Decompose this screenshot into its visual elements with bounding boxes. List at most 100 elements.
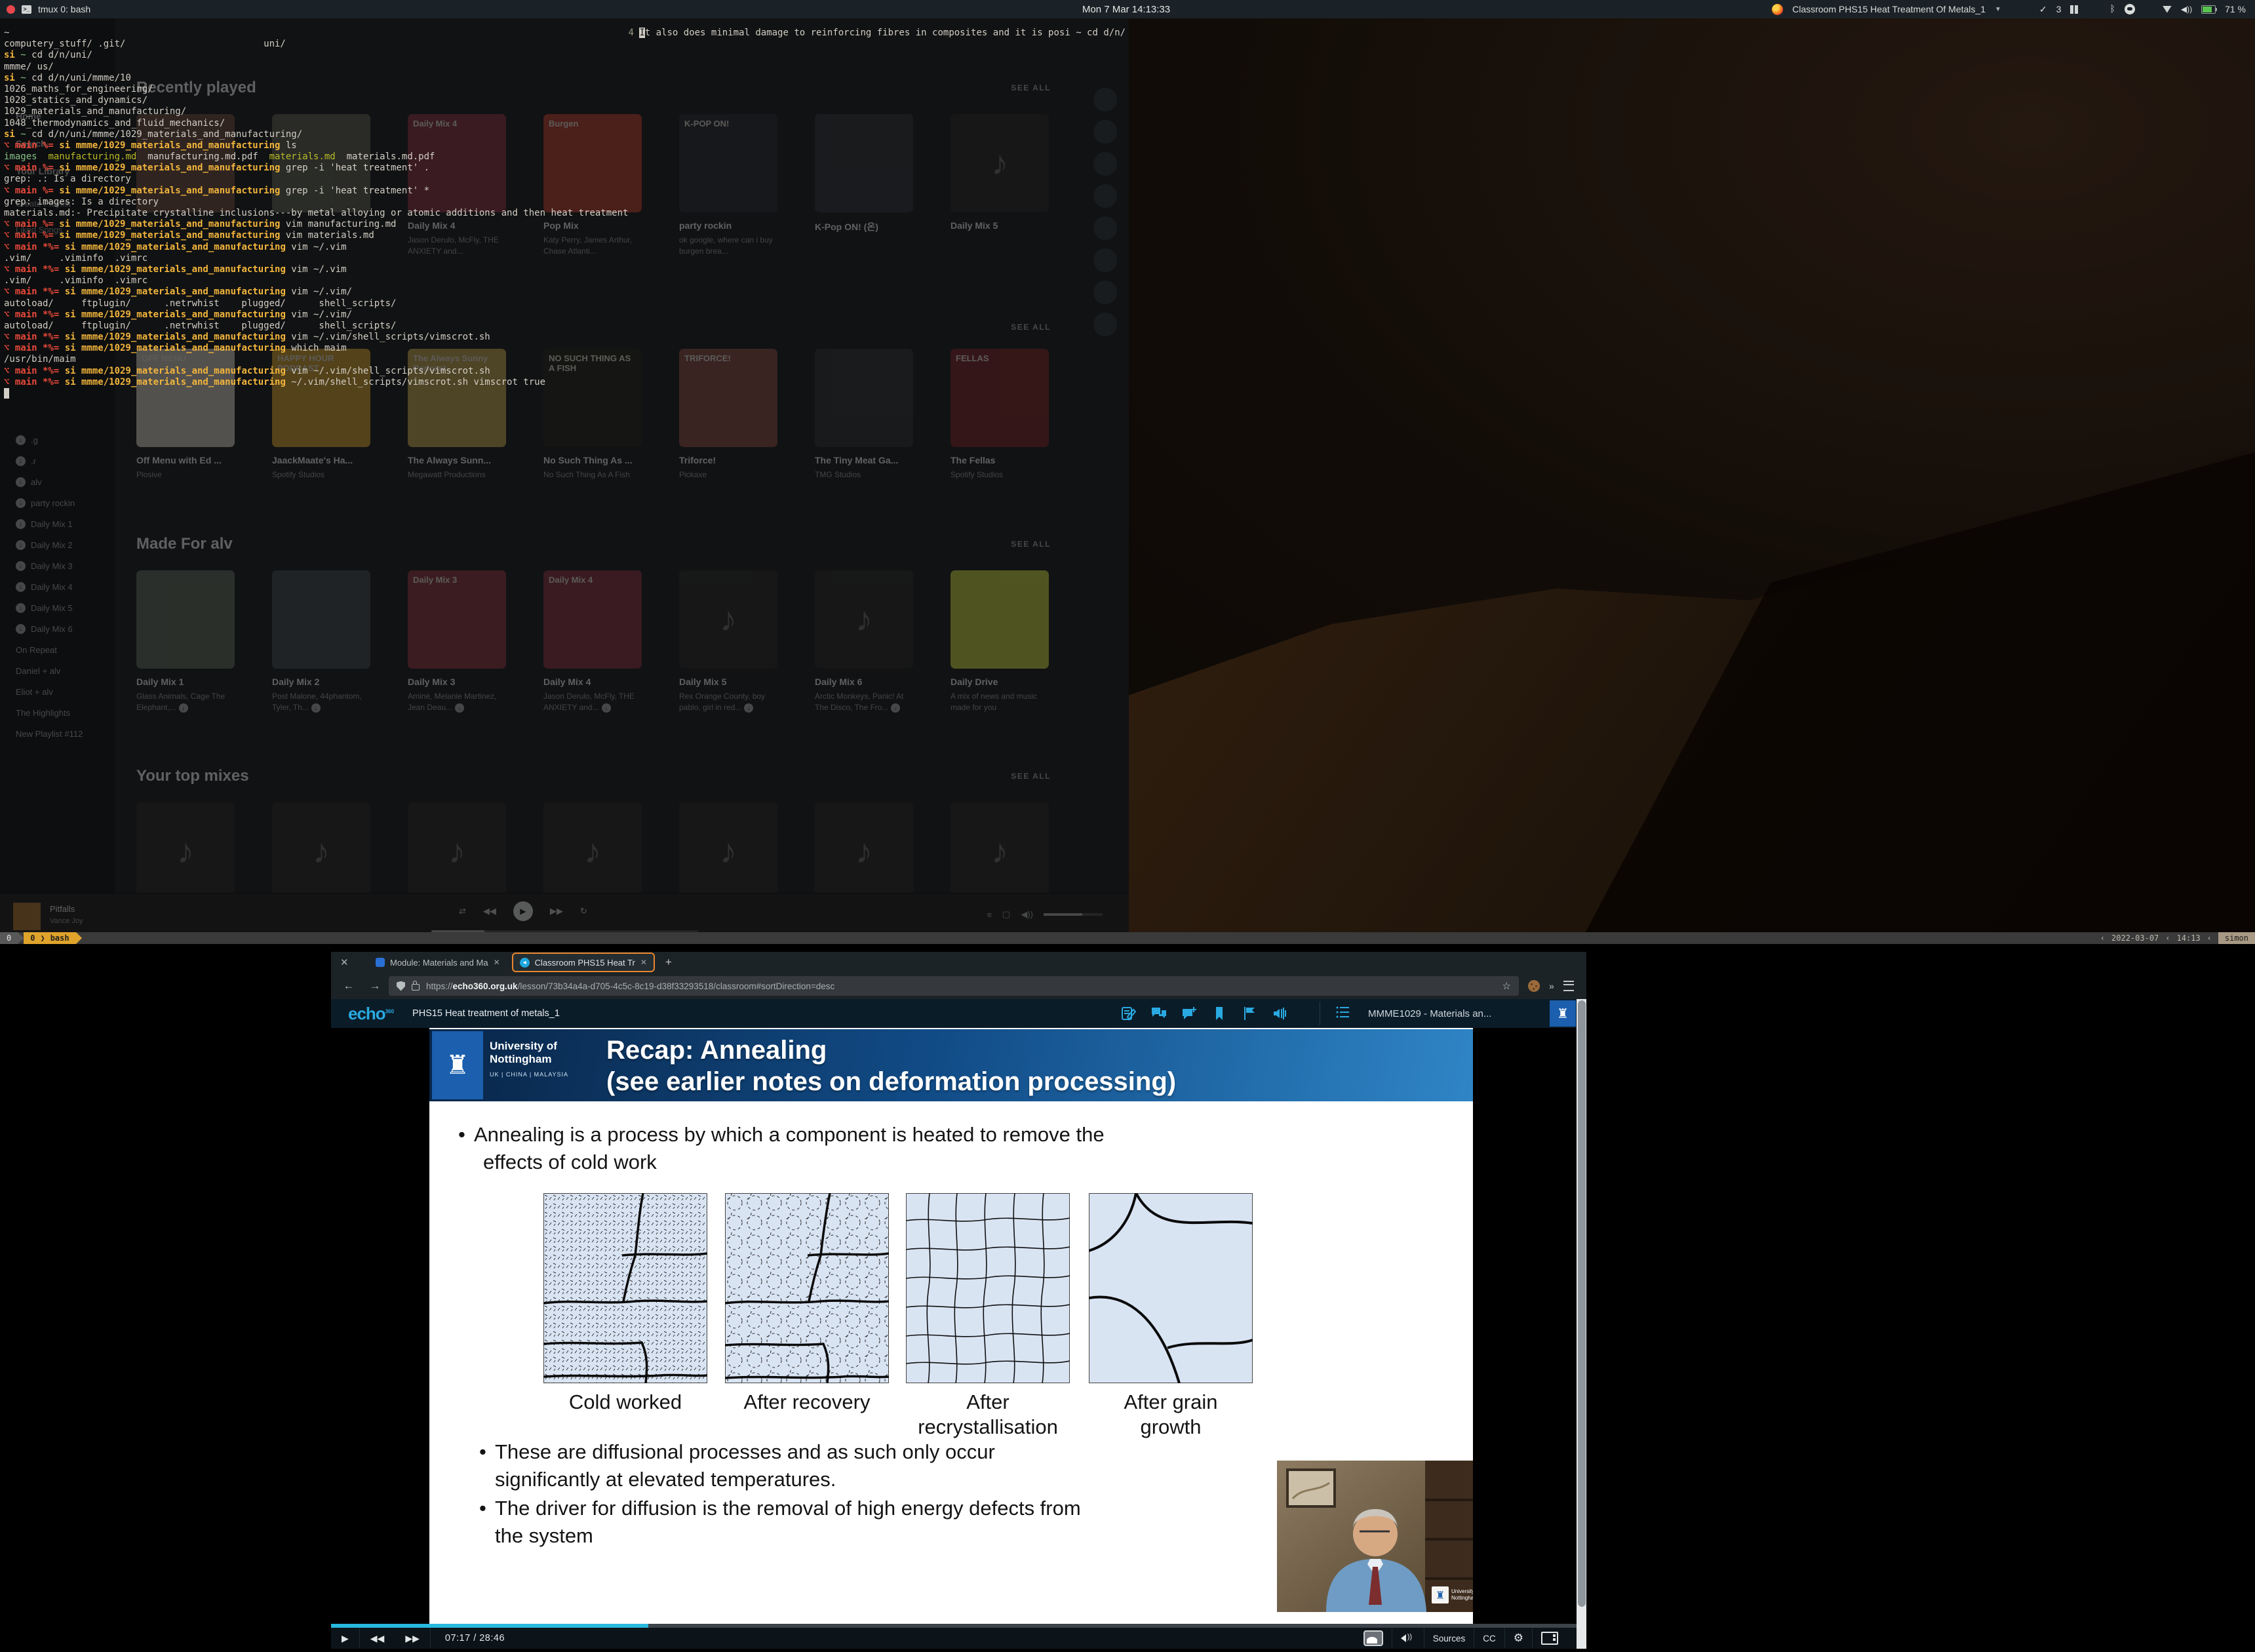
devices-icon[interactable]: ▢ [1002,909,1010,920]
tmux-active-window[interactable]: 0❯bash [24,932,75,944]
music-note-icon: ♪ [408,802,506,901]
flag-icon[interactable] [1242,1006,1257,1021]
see-all-link[interactable]: SEE ALL [1011,540,1051,549]
fast-forward-button[interactable]: ▶▶ [395,1628,431,1649]
album-art: ♪ Daily Mix 4 [543,570,642,669]
playlist-item[interactable]: ↓ Daniel + alv [16,660,114,681]
spotify-card[interactable]: ♪ Daily Mix 4 Daily Mix 4 Jason Derulo, … [543,570,642,714]
bluetooth-icon[interactable]: ᛒ [2109,4,2115,14]
now-playing-track[interactable]: Pitfalls [50,904,75,914]
now-playing-artist[interactable]: Vance Joy [50,917,83,925]
desktop-wallpaper [1129,18,2255,944]
volume-icon[interactable]: ◀)) [1021,909,1033,920]
discord-icon[interactable] [2125,4,2135,14]
spotify-card[interactable]: ♪ [136,802,235,901]
play-button[interactable]: ▶ [513,901,533,921]
playlist-item[interactable]: ↓ .g [16,429,114,450]
see-all-link[interactable]: SEE ALL [1011,772,1051,781]
playlist-item[interactable]: ↓ Daily Mix 4 [16,576,114,597]
back-button[interactable]: ← [340,979,357,993]
play-button[interactable]: ▶ [331,1628,360,1649]
settings-gear-icon[interactable]: ⚙ [1504,1628,1532,1649]
album-art: ♪ [815,802,913,901]
layout-mode-icon[interactable] [2070,5,2078,14]
window-close-button[interactable] [7,5,15,14]
spotify-card[interactable]: ♪ Daily Mix 2 Post Malone, 44phantom, Ty… [272,570,370,714]
new-tab-button[interactable]: + [665,956,672,969]
spotify-card[interactable]: ♪ Daily Mix 3 Daily Mix 3 Aminé, Melanie… [408,570,506,714]
spotify-card[interactable]: ♪ Daily Drive A mix of news and music ma… [951,570,1049,714]
video-area[interactable]: ♜ University of Nottingham UK | CHINA | … [331,1028,1586,1624]
spotify-card[interactable]: ♪ [951,802,1049,901]
tab-module-materials[interactable]: Module: Materials and Ma ✕ [369,954,507,971]
playlist-item[interactable]: ↓ alv [16,471,114,492]
playlist-item[interactable]: ↓ Eliot + alv [16,681,114,702]
spotify-card[interactable]: ♪ [543,802,642,901]
playlist-item[interactable]: ↓ Daily Mix 1 [16,513,114,534]
volume-slider[interactable] [1044,913,1103,916]
playlist-item[interactable]: ↓ The Highlights [16,702,114,723]
tmux-date: 2022-03-07 [2111,934,2159,943]
close-tab-icon[interactable]: ✕ [494,958,500,967]
playlist-item[interactable]: ↓ New Playlist #112 [16,723,114,744]
bookmark-icon[interactable] [1211,1006,1227,1021]
playlist-item[interactable]: ↓ Daily Mix 3 [16,555,114,576]
playlist-item[interactable]: ↓ Daily Mix 6 [16,618,114,639]
playlist-item[interactable]: ↓ .r [16,450,114,471]
tracking-shield-icon[interactable] [397,981,405,991]
spotify-card[interactable]: ♪ Daily Mix 5 Rex Orange County, boy pab… [679,570,777,714]
menu-icon[interactable] [1563,981,1574,991]
tmux-session-index[interactable]: 0 [0,932,18,944]
repeat-icon[interactable]: ↻ [580,906,587,916]
playlist-item[interactable]: ↓ party rockin [16,492,114,513]
playlist-item[interactable]: ↓ Daily Mix 5 [16,597,114,618]
overflow-chevron-icon[interactable]: » [1549,981,1554,991]
layout-button[interactable] [1532,1628,1567,1649]
active-app-title[interactable]: Classroom PHS15 Heat Treatment Of Metals… [1792,4,1986,14]
page-scrollbar[interactable] [1577,999,1586,1649]
scrollbar-thumb[interactable] [1578,1000,1586,1607]
window-close-icon[interactable]: ✕ [340,956,360,968]
forward-button[interactable]: → [366,979,383,993]
volume-icon[interactable]: ◀)) [2181,5,2192,14]
spotify-card[interactable]: ♪ [272,802,370,901]
url-bar[interactable]: https://echo360.org.uk/lesson/73b34a4a-d… [389,976,1519,996]
download-icon: ↓ [16,435,26,445]
svg-text:University of: University of [1451,1588,1473,1594]
download-icon: ↓ [16,603,26,613]
bookmark-star-icon[interactable]: ☆ [1502,980,1511,992]
network-icon[interactable] [2163,6,2172,13]
list-view-icon[interactable] [1335,1005,1351,1019]
spotify-card[interactable]: ♪ [679,802,777,901]
previous-icon[interactable]: ◀◀ [483,906,496,916]
notes-icon[interactable] [1121,1006,1137,1021]
terminal-output[interactable]: ~ 4 It also does minimal damage to reinf… [4,28,1126,399]
shuffle-icon[interactable]: ⇄ [459,906,466,916]
next-icon[interactable]: ▶▶ [550,906,563,916]
course-name[interactable]: MMME1029 - Materials an... [1368,1008,1491,1019]
new-discussion-icon[interactable] [1181,1006,1197,1021]
discussions-icon[interactable] [1151,1006,1167,1021]
slide-bullet-2: • These are diffusional processes and as… [495,1438,995,1493]
rewind-button[interactable]: ◀◀ [360,1628,395,1649]
chevron-down-icon: ▼ [1995,6,2001,13]
spotify-card[interactable]: ♪ [408,802,506,901]
scene-view-button[interactable] [1355,1628,1392,1649]
spotify-card[interactable]: ♪ [815,802,913,901]
sources-button[interactable]: Sources [1424,1628,1474,1649]
queue-icon[interactable]: ≡ [987,910,992,920]
spotify-card[interactable]: ♪ Daily Mix 1 Glass Animals, Cage The El… [136,570,235,714]
album-art: ♪ [272,570,370,669]
download-icon: ↓ [16,561,26,571]
audio-description-icon[interactable] [1272,1006,1287,1021]
playlist-item[interactable]: ↓ Daily Mix 2 [16,534,114,555]
playlist-item[interactable]: ↓ On Repeat [16,639,114,660]
volume-button[interactable] [1392,1628,1424,1649]
captions-button[interactable]: CC [1474,1628,1504,1649]
download-icon: ↓ [891,703,900,713]
close-tab-icon[interactable]: ✕ [640,958,647,967]
cookie-extension-icon[interactable] [1528,980,1540,992]
tab-classroom-phs15[interactable]: ◂ Classroom PHS15 Heat Tr ✕ [512,953,655,972]
spotify-card[interactable]: ♪ Daily Mix 6 Arctic Monkeys, Panic! At … [815,570,913,714]
music-note-icon: ♪ [272,802,370,901]
